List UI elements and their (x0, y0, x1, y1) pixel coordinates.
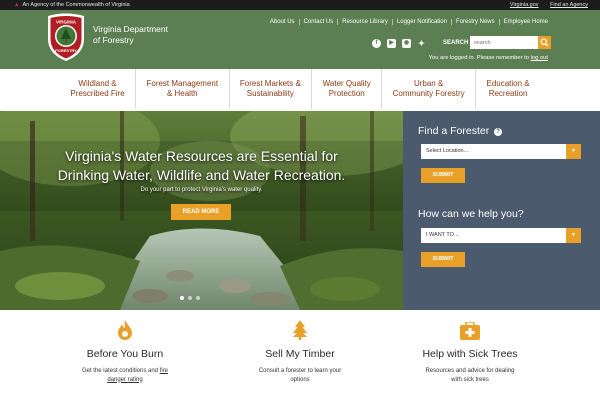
virginia-gov-link[interactable]: Virginia.gov (510, 2, 539, 8)
i-want-to-select[interactable]: I WANT TO... ▼ (421, 228, 581, 243)
twitter-icon[interactable]: ✦ (417, 39, 426, 48)
util-link-about[interactable]: About Us (266, 19, 300, 25)
util-link-logger-notification[interactable]: Logger Notification (393, 19, 452, 25)
search-button[interactable] (538, 36, 551, 49)
shield-bottom-text: FORESTRY (55, 48, 77, 53)
forester-submit-button[interactable]: SUBMIT (421, 168, 465, 183)
card-help-sick-trees[interactable]: Help with Sick Trees Resources and advic… (395, 318, 545, 384)
help-submit-button[interactable]: SUBMIT (421, 252, 465, 267)
hero-title: Virginia's Water Resources are Essential… (57, 148, 346, 183)
virginia-mark-icon: ▲ (14, 2, 20, 8)
carousel-dots (180, 296, 200, 300)
forestry-shield-logo[interactable]: VIRGINIA FORESTRY (45, 12, 87, 62)
agency-bar: ▲ An Agency of the Commonwealth of Virgin… (0, 0, 600, 10)
location-select[interactable]: Select Location... ▼ (421, 144, 581, 159)
flame-icon (118, 320, 132, 340)
fire-danger-link[interactable]: fire (160, 368, 168, 374)
util-link-employee-home[interactable]: Employee Home (500, 19, 548, 25)
help-heading: How can we help you? (418, 208, 524, 220)
card-before-you-burn[interactable]: Before You Burn Get the latest condition… (50, 318, 200, 384)
instagram-icon[interactable]: ◉ (402, 39, 411, 48)
carousel-dot[interactable] (188, 296, 192, 300)
nav-water-quality[interactable]: Water Quality Protection (312, 69, 383, 109)
nav-urban-forestry[interactable]: Urban & Community Forestry (382, 69, 477, 109)
chevron-down-icon: ▼ (566, 228, 581, 243)
util-link-forestry-news[interactable]: Forestry News (452, 19, 500, 25)
quick-links: Before You Burn Get the latest condition… (0, 318, 600, 400)
hero-banner: Virginia's Water Resources are Essential… (0, 111, 403, 310)
carousel-dot[interactable] (196, 296, 200, 300)
nav-forest-management[interactable]: Forest Management & Health (136, 69, 230, 109)
util-link-contact[interactable]: Contact Us (300, 19, 339, 25)
help-icon[interactable]: ? (494, 128, 503, 136)
find-an-agency-link[interactable]: Find an Agency (550, 2, 588, 8)
hero-subtitle: Do your part to protect Virginia's water… (140, 187, 263, 193)
tree-icon (293, 320, 307, 340)
login-status: You are logged in. Please remember to lo… (428, 55, 548, 61)
main-nav: Wildland & Prescribed Fire Forest Managem… (60, 69, 540, 109)
read-more-button[interactable]: READ MORE (171, 204, 231, 220)
site-header: VIRGINIA FORESTRY Virginia Department of… (0, 10, 600, 69)
card-sell-my-timber[interactable]: Sell My Timber Consult a forester to lea… (225, 318, 375, 384)
search-input[interactable] (470, 36, 538, 49)
shield-top-text: VIRGINIA (56, 20, 77, 25)
search-label: SEARCH (443, 40, 469, 46)
nav-wildland-fire[interactable]: Wildland & Prescribed Fire (60, 69, 137, 109)
util-link-resource-library[interactable]: Resource Library (338, 19, 393, 25)
site-logo-title[interactable]: Virginia Department of Forestry (93, 24, 168, 46)
nav-education-recreation[interactable]: Education & Recreation (476, 69, 540, 109)
find-forester-heading: Find a Forester ? (418, 125, 503, 137)
carousel-dot[interactable] (180, 296, 184, 300)
search-icon (540, 38, 549, 47)
agency-notice: ▲ An Agency of the Commonwealth of Virgin… (14, 2, 130, 8)
side-panel: Find a Forester ? Select Location... ▼ S… (403, 111, 600, 310)
chevron-down-icon: ▼ (566, 144, 581, 159)
utility-nav: About Us Contact Us Resource Library Log… (266, 19, 548, 25)
facebook-icon[interactable]: f (372, 39, 381, 48)
social-links: f ▶ ◉ ✦ (372, 39, 426, 48)
nav-forest-markets[interactable]: Forest Markets & Sustainability (230, 69, 313, 109)
youtube-icon[interactable]: ▶ (387, 39, 396, 48)
logout-link[interactable]: log out (531, 55, 548, 61)
first-aid-kit-icon (460, 322, 480, 340)
